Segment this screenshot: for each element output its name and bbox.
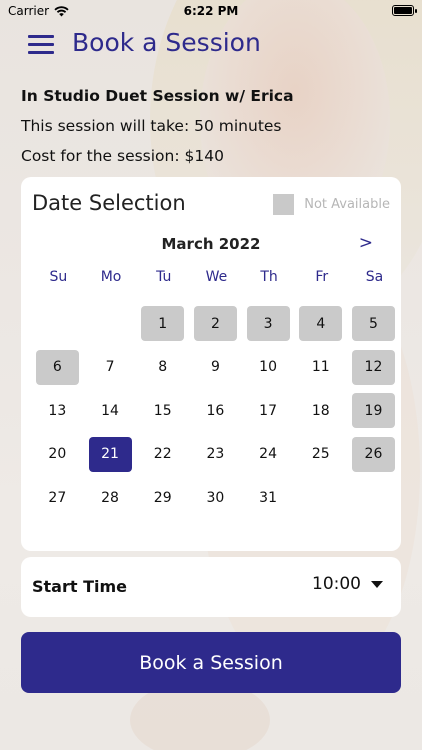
session-duration: This session will take: 50 minutes <box>21 117 282 135</box>
calendar-day-label: 8 <box>158 359 168 376</box>
calendar-day-label: 2 <box>193 306 237 342</box>
calendar-day-25[interactable]: 25 <box>294 433 347 477</box>
calendar-day-label: 3 <box>246 306 290 342</box>
calendar-day-20[interactable]: 20 <box>31 433 84 477</box>
calendar-day-label: 12 <box>351 349 395 385</box>
calendar-day-label: 31 <box>259 489 277 506</box>
not-available-swatch <box>273 194 295 215</box>
calendar-day-label: 30 <box>206 489 225 506</box>
chevron-down-icon <box>371 580 383 588</box>
calendar-day-23[interactable]: 23 <box>189 433 242 477</box>
weekday-label: Th <box>260 269 278 285</box>
calendar-day-label: 19 <box>351 393 395 429</box>
weekday-label: Fr <box>315 269 329 285</box>
calendar-day-label: 11 <box>311 359 330 376</box>
calendar-day-10[interactable]: 10 <box>242 346 295 390</box>
calendar-day-13[interactable]: 13 <box>31 389 84 433</box>
calendar-day-label: 23 <box>206 446 225 463</box>
calendar-day-9[interactable]: 9 <box>189 346 242 390</box>
calendar-day-label: 9 <box>210 359 220 376</box>
status-bar: Carrier 6:22 PM <box>0 0 422 22</box>
session-title: In Studio Duet Session w/ Erica <box>21 87 294 105</box>
date-selection-header: Date Selection <box>32 191 186 215</box>
nav-bar: Book a Session <box>0 28 422 58</box>
calendar-day-label: 18 <box>311 402 330 419</box>
book-session-button[interactable]: Book a Session <box>21 632 401 693</box>
session-info: In Studio Duet Session w/ Erica This ses… <box>21 86 294 176</box>
calendar-day-label: 6 <box>35 349 79 385</box>
calendar-day-14[interactable]: 14 <box>84 389 137 433</box>
calendar-day-label: 4 <box>299 306 343 342</box>
calendar-day-1: 1 <box>136 302 189 346</box>
weekday-label: We <box>205 269 228 285</box>
calendar-day-label: 13 <box>48 402 67 419</box>
calendar-day-label: 17 <box>259 402 277 419</box>
calendar-day-3: 3 <box>242 302 295 346</box>
weekday-header: Su Mo Tu We Th Fr Sa <box>32 269 401 285</box>
weekday-label: Mo <box>100 269 122 285</box>
calendar-day-label: 22 <box>153 446 172 463</box>
not-available-label: Not Available <box>304 197 390 212</box>
calendar-day-16[interactable]: 16 <box>189 389 242 433</box>
calendar-day-label: 20 <box>48 446 67 463</box>
calendar-day-label: 27 <box>48 489 67 506</box>
calendar-day-label: 24 <box>259 446 277 463</box>
calendar-day-label: 15 <box>153 402 172 419</box>
calendar-day-label: 16 <box>206 402 225 419</box>
start-time-label: Start Time <box>32 577 127 596</box>
calendar-day-19: 19 <box>347 389 400 433</box>
month-label: March 2022 <box>161 235 261 253</box>
session-cost: Cost for the session: $140 <box>21 147 224 165</box>
calendar-day-label: 21 <box>88 436 132 472</box>
calendar-day-30[interactable]: 30 <box>189 476 242 520</box>
calendar-day-label: 1 <box>141 306 185 342</box>
availability-legend: Not Available <box>273 194 390 215</box>
calendar-day-11[interactable]: 11 <box>294 346 347 390</box>
calendar-grid: 1 2 3 4 5 6 7 8 9 10 11 12 13 14 15 16 17 18 19 20 21 22 23 24 2… <box>31 302 403 520</box>
status-time: 6:22 PM <box>183 4 239 18</box>
calendar-day-12: 12 <box>347 346 400 390</box>
calendar-day-label: 14 <box>101 402 119 419</box>
calendar-day-2: 2 <box>189 302 242 346</box>
calendar-day-27[interactable]: 27 <box>31 476 84 520</box>
calendar-day-5: 5 <box>347 302 400 346</box>
weekday-label: Sa <box>365 269 384 285</box>
calendar-day-label: 26 <box>351 436 395 472</box>
calendar-day-26: 26 <box>347 433 400 477</box>
calendar-empty-cell <box>84 302 137 346</box>
next-month-button[interactable]: > <box>359 233 373 253</box>
calendar-day-22[interactable]: 22 <box>136 433 189 477</box>
calendar-day-24[interactable]: 24 <box>242 433 295 477</box>
calendar-day-4: 4 <box>294 302 347 346</box>
page-title: Book a Session <box>72 28 261 57</box>
weekday-label: Tu <box>156 269 172 285</box>
calendar-day-label: 7 <box>105 359 115 376</box>
calendar-day-18[interactable]: 18 <box>294 389 347 433</box>
calendar-day-15[interactable]: 15 <box>136 389 189 433</box>
menu-icon[interactable] <box>28 35 54 54</box>
date-selection-card: Date Selection Not Available March 2022 … <box>21 177 401 551</box>
start-time-card: Start Time 10:00 <box>21 557 401 617</box>
calendar-day-21[interactable]: 21 <box>84 433 137 477</box>
start-time-value: 10:00 <box>312 574 361 594</box>
start-time-select[interactable]: 10:00 <box>312 574 383 594</box>
calendar-day-17[interactable]: 17 <box>242 389 295 433</box>
calendar-day-6: 6 <box>31 346 84 390</box>
battery-icon <box>392 5 417 16</box>
calendar-day-label: 28 <box>101 489 119 506</box>
calendar-day-28[interactable]: 28 <box>84 476 137 520</box>
calendar-day-31[interactable]: 31 <box>242 476 295 520</box>
calendar-day-label: 25 <box>311 446 330 463</box>
calendar-day-label: 10 <box>259 359 277 376</box>
calendar-day-8[interactable]: 8 <box>136 346 189 390</box>
calendar-empty-cell <box>31 302 84 346</box>
calendar-day-label: 29 <box>153 489 172 506</box>
calendar-day-29[interactable]: 29 <box>136 476 189 520</box>
calendar-day-label: 5 <box>351 306 395 342</box>
calendar-day-7[interactable]: 7 <box>84 346 137 390</box>
weekday-label: Su <box>49 269 68 285</box>
